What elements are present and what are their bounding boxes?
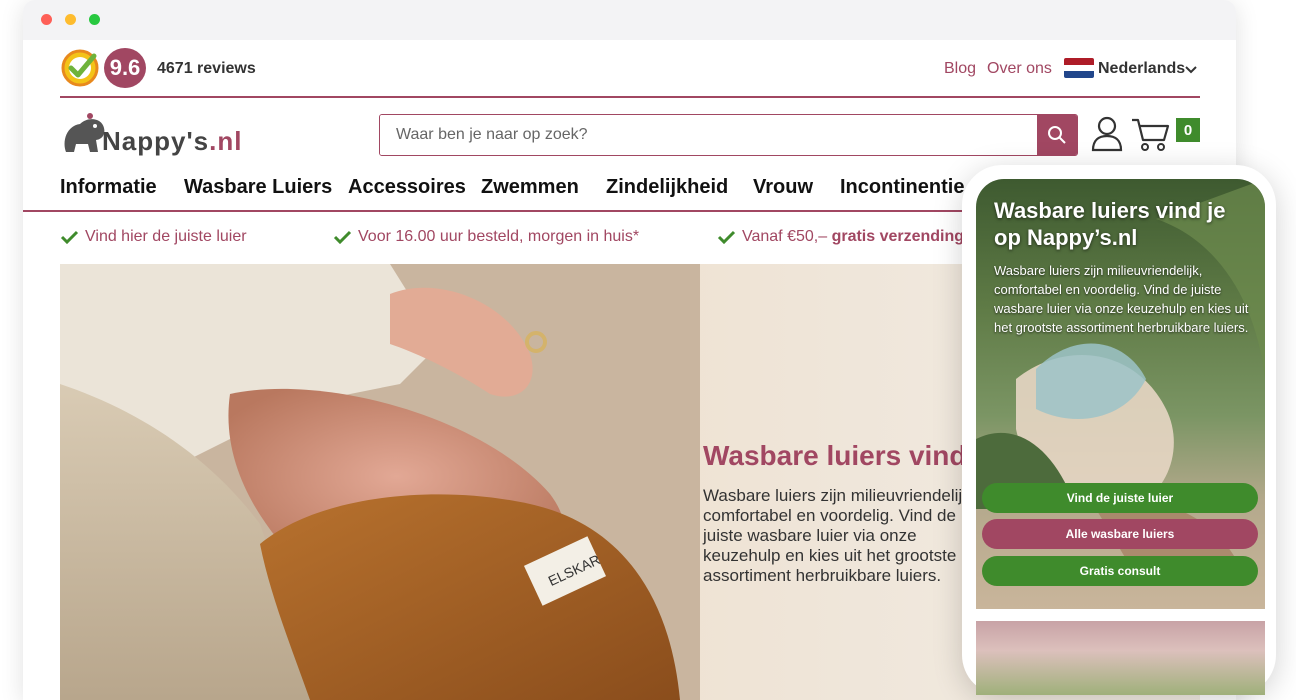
close-window-icon[interactable] xyxy=(41,14,52,25)
usp-text: Vanaf €50,– xyxy=(742,228,832,245)
hero-photo: ELSKAR xyxy=(60,264,700,700)
top-bar: 9.6 4671 reviews Blog Over ons Nederland… xyxy=(60,40,1200,98)
minimize-window-icon[interactable] xyxy=(65,14,76,25)
about-link[interactable]: Over ons xyxy=(987,60,1052,78)
mobile-hero: Wasbare luiers vind je op Nappy’s.nl Was… xyxy=(976,179,1265,609)
free-consult-button[interactable]: Gratis consult xyxy=(982,556,1258,586)
nav-item-zwemmen[interactable]: Zwemmen xyxy=(481,176,579,199)
mobile-preview: Wasbare luiers vind je op Nappy’s.nl Was… xyxy=(962,165,1276,695)
check-icon xyxy=(60,230,79,244)
reviews-count[interactable]: 4671 reviews xyxy=(157,60,256,78)
blog-link[interactable]: Blog xyxy=(944,60,976,78)
hero-text: Wasbare luiers zijn milieuvriendelijk, c… xyxy=(703,486,976,585)
search-bar xyxy=(379,114,1078,156)
nav-item-incontinentie[interactable]: Incontinentie xyxy=(840,176,964,199)
kiyoh-checkmark-icon xyxy=(61,49,99,87)
usp-item: Vanaf €50,– gratis verzending* xyxy=(717,228,970,246)
find-diaper-button[interactable]: Vind de juiste luier xyxy=(982,483,1258,513)
cart-count-badge[interactable]: 0 xyxy=(1176,118,1200,142)
language-selector[interactable]: Nederlands xyxy=(1098,60,1185,78)
maximize-window-icon[interactable] xyxy=(89,14,100,25)
nav-item-accessoires[interactable]: Accessoires xyxy=(348,176,466,199)
logo-suffix: .nl xyxy=(209,126,243,156)
mobile-second-image xyxy=(976,621,1265,695)
usp-item: Voor 16.00 uur besteld, morgen in huis* xyxy=(333,228,639,246)
search-input[interactable] xyxy=(380,115,1038,155)
mobile-hero-text: Wasbare luiers zijn milieuvriendelijk, c… xyxy=(994,263,1249,335)
usp-text: Vind hier de juiste luier xyxy=(85,228,247,245)
site-logo[interactable]: Nappy's.nl xyxy=(60,112,245,158)
nav-item-wasbare-luiers[interactable]: Wasbare Luiers xyxy=(184,176,332,199)
logo-text: Nappy's xyxy=(102,126,210,156)
check-icon xyxy=(333,230,352,244)
check-icon xyxy=(717,230,736,244)
user-account-icon[interactable] xyxy=(1091,116,1123,152)
all-diapers-button[interactable]: Alle wasbare luiers xyxy=(982,519,1258,549)
dutch-flag-icon[interactable] xyxy=(1064,58,1094,78)
chevron-down-icon[interactable] xyxy=(1184,62,1198,76)
search-button[interactable] xyxy=(1037,115,1077,155)
nav-item-zindelijkheid[interactable]: Zindelijkheid xyxy=(606,176,728,199)
usp-text-bold: gratis verzending xyxy=(831,228,965,245)
nav-item-informatie[interactable]: Informatie xyxy=(60,176,157,199)
window-chrome xyxy=(23,0,1236,40)
search-icon xyxy=(1048,126,1066,144)
mobile-hero-title: Wasbare luiers vind je op Nappy’s.nl xyxy=(994,198,1226,250)
nav-item-vrouw[interactable]: Vrouw xyxy=(753,176,813,199)
usp-text: Voor 16.00 uur besteld, morgen in huis* xyxy=(358,228,640,245)
shopping-cart-icon[interactable] xyxy=(1130,116,1172,152)
usp-item[interactable]: Vind hier de juiste luier xyxy=(60,228,247,246)
elephant-logo-icon xyxy=(64,113,105,152)
rating-score: 9.6 xyxy=(104,48,146,88)
